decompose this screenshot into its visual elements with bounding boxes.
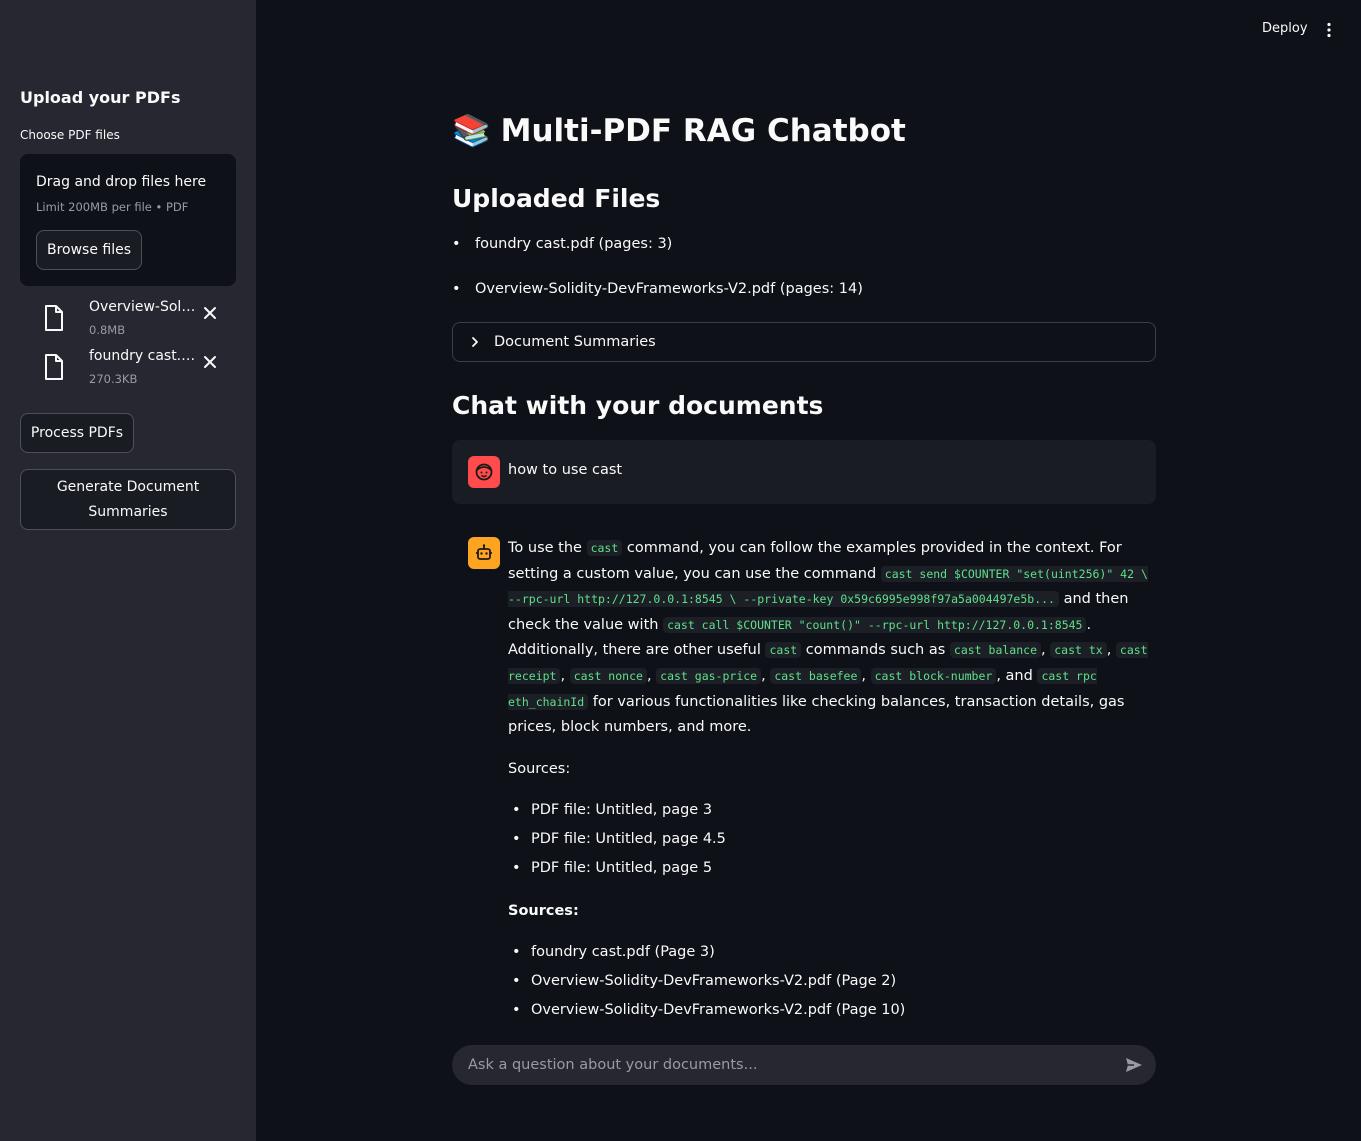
list-item: Overview-Solidity-DevFrameworks-V2.pdf (… [508,998,1148,1027]
process-pdfs-button[interactable]: Process PDFs [20,413,134,453]
list-item: foundry cast.pdf (pages: 3) [452,236,1156,281]
assistant-answer: To use the cast command, you can follow … [508,536,1148,741]
uploaded-file-item: Overview-Solidity-DevFrameworks-V2.pdf 0… [40,299,236,339]
uploader-label: Choose PDF files [20,128,120,142]
chat-heading: Chat with your documents [452,391,824,420]
file-dropzone[interactable]: Drag and drop files here Limit 200MB per… [20,154,236,286]
remove-file-icon[interactable] [202,354,218,370]
inline-code: cast balance [949,642,1041,659]
inline-code: cast nonce [569,667,647,684]
sidebar-title: Upload your PDFs [20,88,181,107]
page-title: 📚 Multi-PDF RAG Chatbot [452,112,906,150]
answer-text: , [761,667,771,684]
answer-text: , and [996,667,1038,684]
inline-code: cast block-number [870,667,997,684]
list-item: PDF file: Untitled, page 5 [508,856,1148,885]
user-message: how to use cast [452,440,1156,504]
file-icon [45,305,63,331]
document-summaries-expander[interactable]: Document Summaries [452,322,1156,362]
file-name: foundry cast.pdf [89,348,199,364]
uploaded-files-heading: Uploaded Files [452,184,661,213]
sources-label: Sources: [508,760,571,777]
inline-code: cast basefee [770,667,862,684]
sources-label-bold: Sources: [508,902,579,919]
sources-list: foundry cast.pdf (Page 3) Overview-Solid… [508,940,1148,1026]
answer-text: for various functionalities like checkin… [508,693,1125,736]
user-avatar-icon [468,456,500,488]
answer-text: , [1041,642,1051,659]
uploaded-files-list: foundry cast.pdf (pages: 3) Overview-Sol… [452,236,1156,326]
answer-text: , [861,667,871,684]
file-name: Overview-Solidity-DevFrameworks-V2.pdf [89,299,199,315]
sources-list: PDF file: Untitled, page 3 PDF file: Unt… [508,798,1148,884]
sidebar: Upload your PDFs Choose PDF files Drag a… [0,0,256,1141]
answer-text: , [646,667,657,684]
expander-label: Document Summaries [494,334,656,350]
chevron-right-icon [472,337,478,347]
list-item: PDF file: Untitled, page 4.5 [508,827,1148,856]
user-message-text: how to use cast [508,462,623,478]
uploaded-file-item: foundry cast.pdf 270.3KB [40,348,236,388]
file-icon [45,354,63,380]
chat-input[interactable] [452,1045,1156,1085]
page-title-text: Multi-PDF RAG Chatbot [500,112,906,149]
list-item: Overview-Solidity-DevFrameworks-V2.pdf (… [452,281,1156,326]
answer-text: To use the [508,540,587,556]
answer-text: commands such as [801,642,950,659]
dropzone-title: Drag and drop files here [36,174,207,190]
generate-summaries-button[interactable]: Generate Document Summaries [20,469,236,530]
inline-code: cast call $COUNTER "count()" --rpc-url h… [663,616,1087,633]
deploy-button[interactable]: Deploy [1262,21,1308,36]
assistant-message: To use the cast command, you can follow … [508,536,1148,1041]
answer-text: , [1106,642,1116,659]
file-size: 270.3KB [89,372,138,386]
dropzone-limit: Limit 200MB per file • PDF [36,200,189,214]
answer-text: , [560,667,570,684]
inline-code: cast tx [1050,642,1107,659]
inline-code: cast [586,540,623,556]
browse-files-button[interactable]: Browse files [36,230,142,270]
file-size: 0.8MB [89,323,126,337]
list-item: foundry cast.pdf (Page 3) [508,940,1148,969]
bot-avatar-icon [468,537,500,569]
list-item: PDF file: Untitled, page 3 [508,798,1148,827]
list-item: Overview-Solidity-DevFrameworks-V2.pdf (… [508,969,1148,998]
send-icon[interactable] [1124,1055,1144,1075]
more-menu-icon[interactable] [1322,22,1336,38]
inline-code: cast gas-price [656,667,762,684]
remove-file-icon[interactable] [202,305,218,321]
books-emoji-icon: 📚 [452,113,491,149]
inline-code: cast [765,642,802,659]
